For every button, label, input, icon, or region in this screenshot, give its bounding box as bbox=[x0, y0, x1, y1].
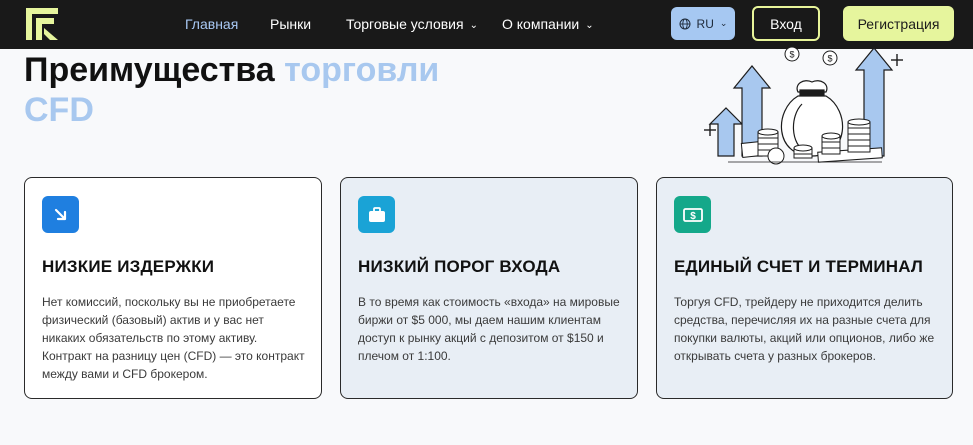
feature-card-text: Нет комиссий, поскольку вы не приобретае… bbox=[42, 295, 305, 381]
page-title-light-1: торговли bbox=[284, 51, 440, 89]
feature-card-title: ЕДИНЫЙ СЧЕТ И ТЕРМИНАЛ bbox=[674, 257, 924, 276]
nav-item-home[interactable]: Главная bbox=[185, 16, 238, 32]
feature-card-title: НИЗКИЕ ИЗДЕРЖКИ bbox=[42, 257, 215, 276]
banknote-icon: $ bbox=[674, 196, 711, 233]
svg-text:$: $ bbox=[690, 211, 696, 222]
money-growth-illustration: $ $ bbox=[704, 46, 903, 165]
nav-item-about-label: О компании bbox=[502, 16, 580, 32]
login-button[interactable]: Вход bbox=[752, 6, 820, 41]
nav-item-markets[interactable]: Рынки bbox=[270, 16, 311, 32]
feature-card-text: Торгуя CFD, трейдеру не приходится делит… bbox=[674, 295, 935, 363]
globe-icon bbox=[679, 18, 691, 29]
arrow-down-right-icon bbox=[42, 196, 79, 233]
nav-item-trading-conditions[interactable]: Торговые условия ⌄ bbox=[346, 16, 478, 32]
chevron-down-icon: ⌄ bbox=[585, 20, 594, 31]
nav-item-trading-conditions-label: Торговые условия bbox=[346, 16, 464, 32]
logo-icon[interactable] bbox=[24, 6, 60, 42]
feature-card-low-costs: НИЗКИЕ ИЗДЕРЖКИ Нет комиссий, поскольку … bbox=[24, 177, 322, 399]
briefcase-icon bbox=[358, 196, 395, 233]
dollar-coin-icon: $ $ bbox=[784, 46, 838, 66]
language-value: RU bbox=[696, 16, 714, 31]
feature-card-title: НИЗКИЙ ПОРОГ ВХОДА bbox=[358, 257, 561, 276]
page-title: Преимущества торговли CFD bbox=[24, 50, 524, 130]
chevron-down-icon: ⌄ bbox=[469, 20, 478, 31]
top-nav-bar: Главная Рынки Торговые условия ⌄ О компан… bbox=[0, 0, 973, 49]
page-title-light-2: CFD bbox=[24, 91, 94, 129]
page-title-dark: Преимущества bbox=[24, 51, 275, 89]
svg-text:$: $ bbox=[789, 50, 794, 60]
svg-text:$: $ bbox=[827, 54, 832, 64]
feature-card-low-entry: НИЗКИЙ ПОРОГ ВХОДА В то время как стоимо… bbox=[340, 177, 638, 399]
register-button[interactable]: Регистрация bbox=[843, 6, 954, 41]
feature-card-text: В то время как стоимость «входа» на миро… bbox=[358, 295, 620, 363]
feature-card-single-account: $ ЕДИНЫЙ СЧЕТ И ТЕРМИНАЛ Торгуя CFD, тре… bbox=[656, 177, 953, 399]
nav-item-about[interactable]: О компании ⌄ bbox=[502, 16, 594, 32]
chevron-down-icon: ⌄ bbox=[719, 18, 728, 28]
language-select[interactable]: RU ⌄ bbox=[671, 7, 735, 40]
